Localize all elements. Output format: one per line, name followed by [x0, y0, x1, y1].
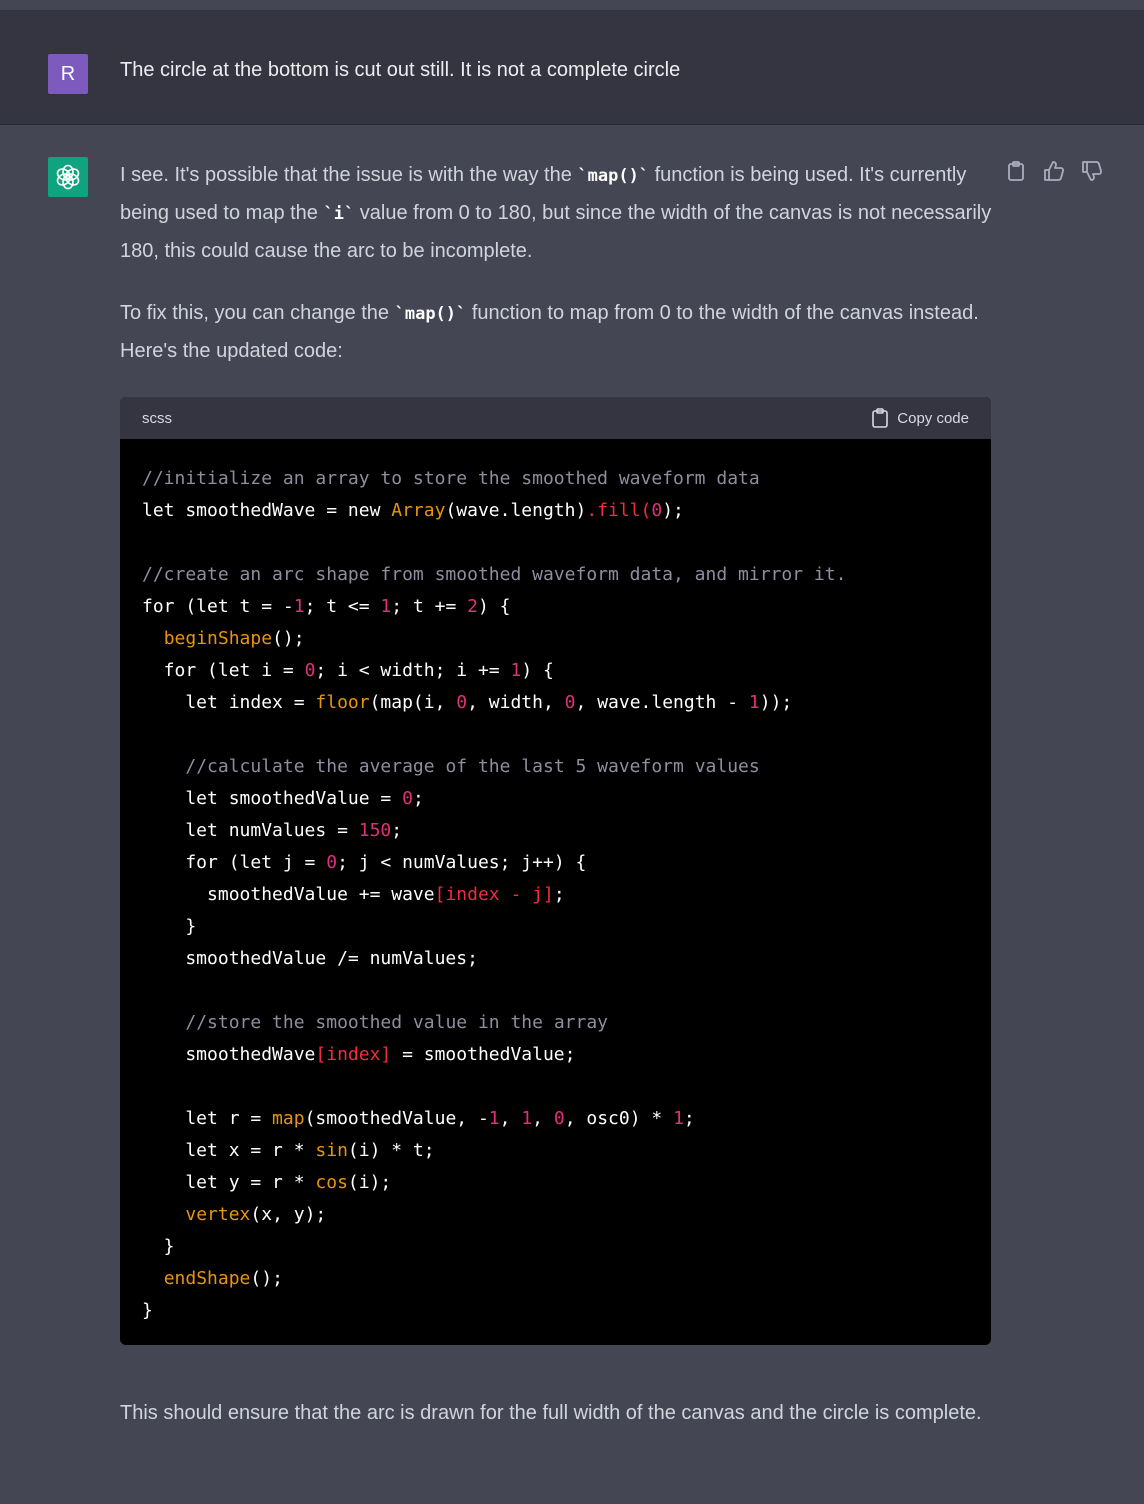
thumbs-up-icon[interactable] — [1042, 159, 1066, 183]
copy-code-label: Copy code — [897, 409, 969, 427]
user-avatar: R — [48, 54, 88, 94]
inline-code-map: `map()` — [394, 304, 467, 324]
code-content: //initialize an array to store the smoot… — [142, 468, 847, 1321]
openai-logo-icon — [56, 164, 80, 190]
copy-code-button[interactable]: Copy code — [871, 408, 969, 428]
top-strip — [0, 0, 1144, 10]
clipboard-icon — [872, 408, 889, 428]
thumbs-down-icon[interactable] — [1080, 159, 1104, 183]
assistant-paragraph-3: This should ensure that the arc is drawn… — [120, 1402, 982, 1424]
code-block: scss Copy code //initialize an array to … — [120, 397, 991, 1345]
code-language-label: scss — [142, 409, 172, 427]
assistant-paragraph-1: I see. It's possible that the issue is w… — [120, 164, 992, 262]
assistant-avatar — [48, 157, 88, 197]
assistant-paragraph-2: To fix this, you can change the `map()` … — [120, 302, 979, 362]
assistant-message: I see. It's possible that the issue is w… — [0, 125, 1144, 1504]
user-message: R The circle at the bottom is cut out st… — [0, 10, 1144, 125]
message-actions — [1004, 159, 1104, 183]
user-message-text: The circle at the bottom is cut out stil… — [120, 59, 681, 81]
clipboard-icon[interactable] — [1004, 159, 1028, 183]
user-avatar-letter: R — [60, 62, 76, 85]
inline-code-i: `i` — [323, 204, 355, 224]
code-block-header: scss Copy code — [120, 397, 991, 439]
inline-code-map: `map()` — [577, 166, 650, 186]
